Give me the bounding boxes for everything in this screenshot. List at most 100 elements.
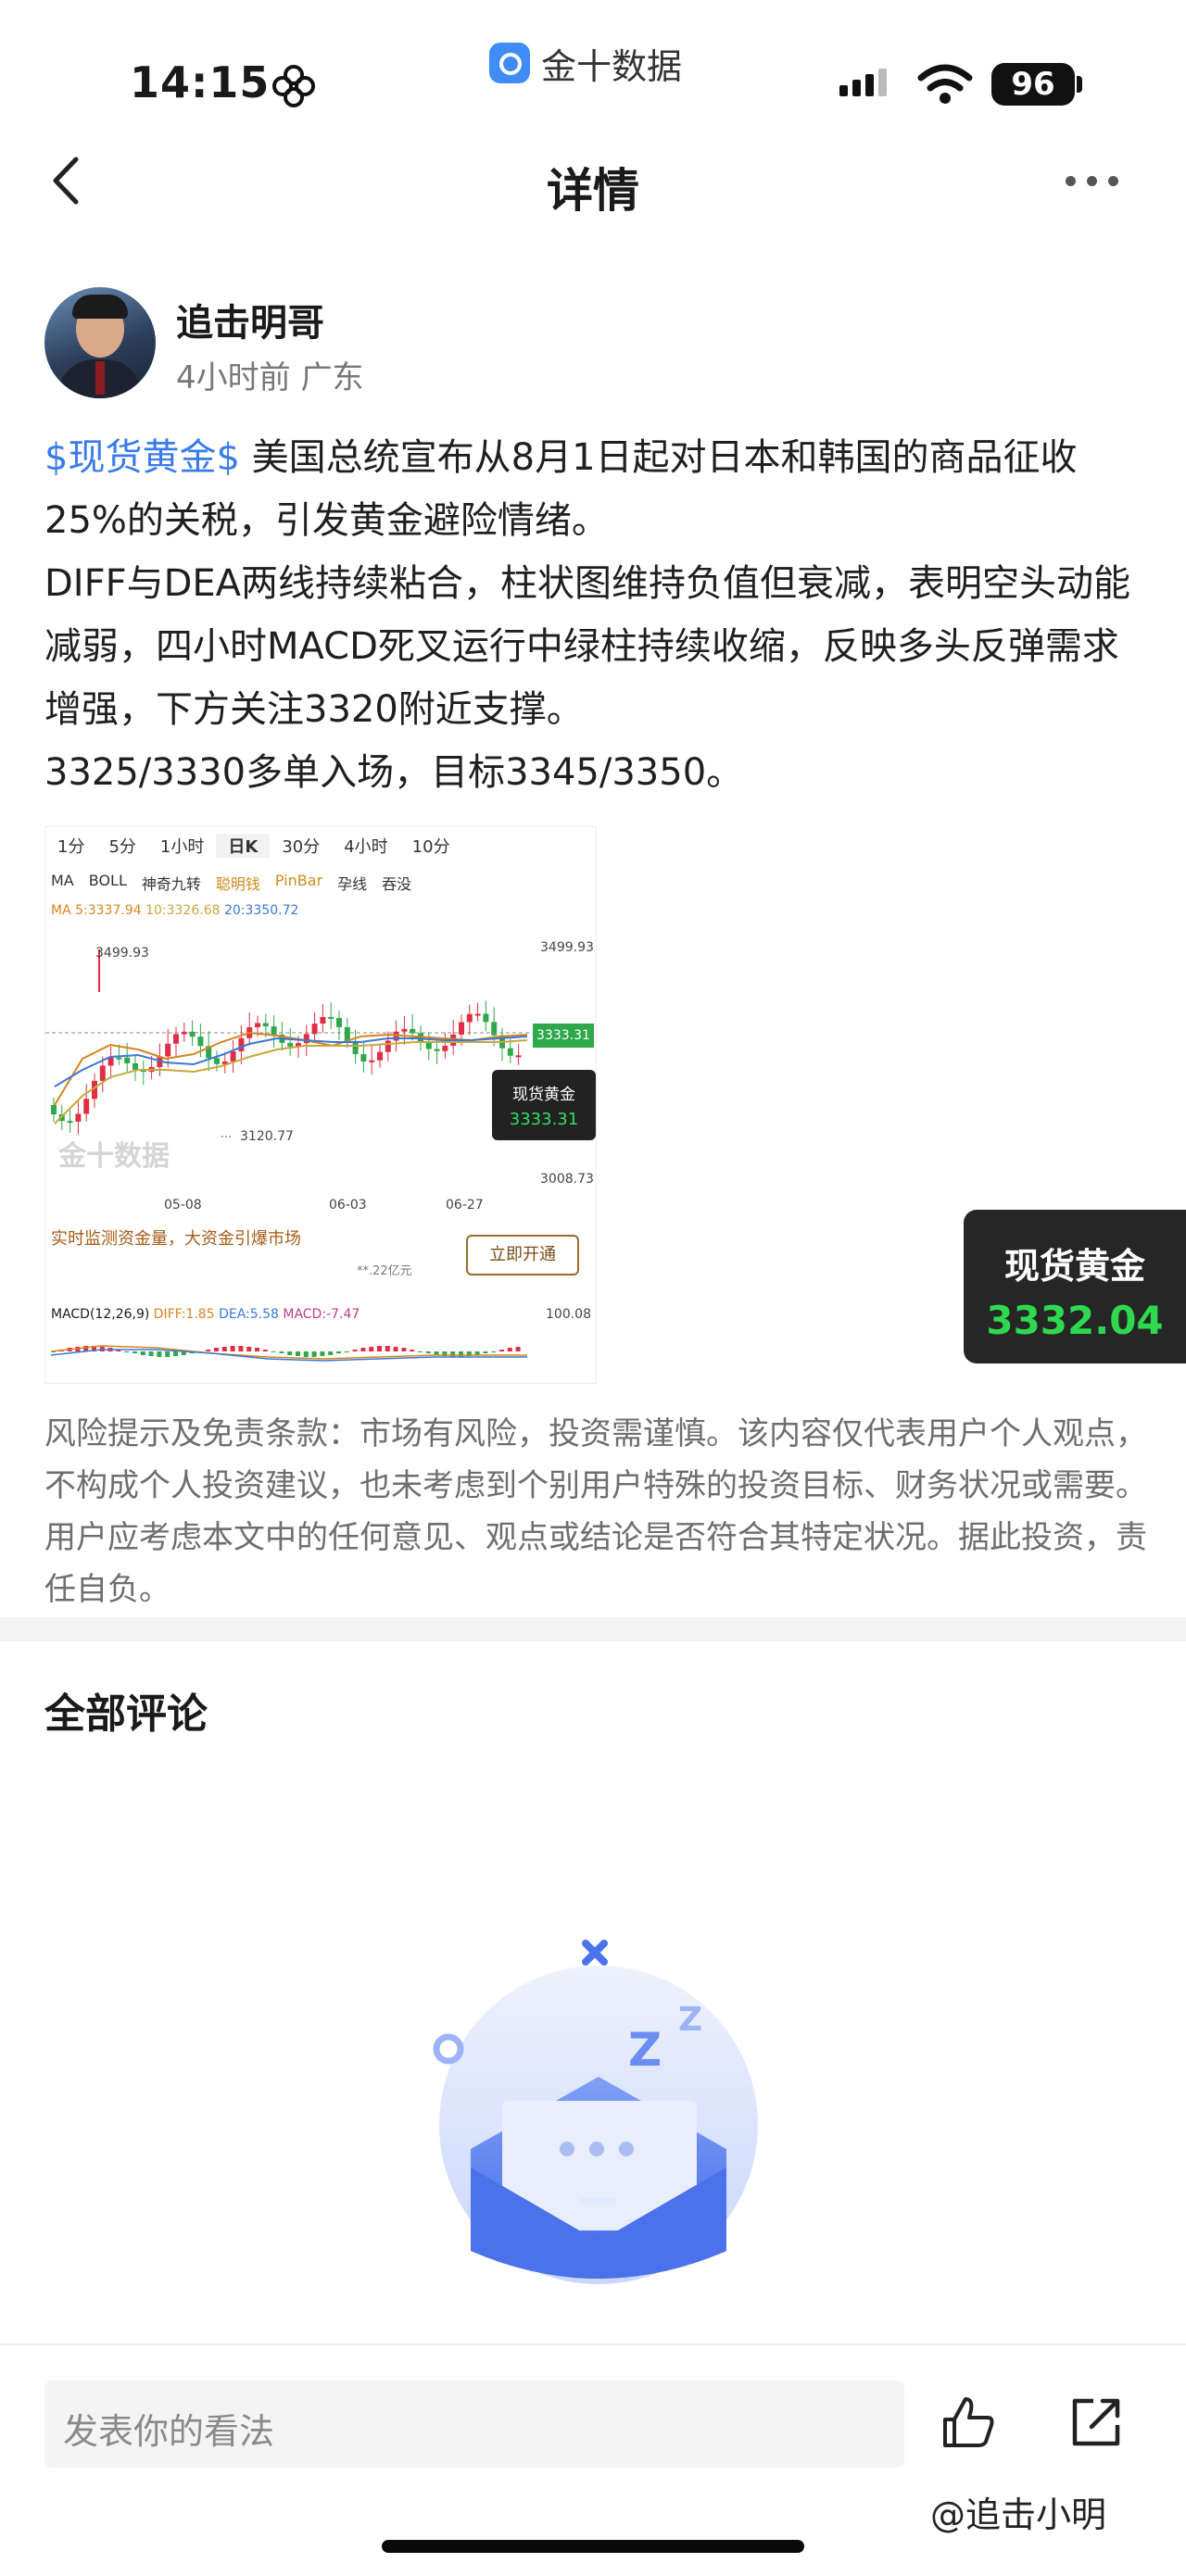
candle-body [336, 1018, 342, 1027]
macd-bar [287, 1351, 293, 1355]
macd-bar [410, 1350, 415, 1351]
candle-body [173, 1034, 179, 1044]
macd-bar [140, 1351, 145, 1355]
promo-sub: **.22亿元 [357, 1264, 412, 1278]
chart-image[interactable]: 1分 5分 1小时 日K 30分 4小时 10分 MA BOLL 神奇九转 聪明… [44, 826, 597, 1384]
candle-body [328, 1016, 334, 1019]
battery-indicator: 96 [991, 63, 1075, 106]
macd-bar [246, 1347, 252, 1351]
macd-bar [369, 1347, 374, 1351]
popup-name: 现货黄金 [512, 1086, 575, 1104]
candle-body [271, 1026, 277, 1035]
candle-body [311, 1024, 318, 1035]
candle-body [107, 1057, 114, 1066]
chart-price-popup: 现货黄金 3333.31 [492, 1070, 596, 1140]
date-label: 05-08 [164, 1198, 202, 1213]
date-label: 06-27 [446, 1198, 484, 1213]
macd-bar [157, 1351, 162, 1357]
candle-body [189, 1031, 196, 1037]
promo-button: 立即开通 [466, 1235, 579, 1275]
macd-bar [352, 1350, 358, 1351]
author-name[interactable]: 追击明哥 [176, 293, 324, 346]
candle-body [410, 1028, 416, 1034]
candle-body [401, 1028, 408, 1032]
candle-body [442, 1045, 448, 1051]
candle-body [230, 1051, 236, 1062]
avatar[interactable] [44, 287, 156, 398]
home-indicator[interactable] [382, 2540, 804, 2553]
candle-body [238, 1037, 245, 1052]
macd-axis-label: 100.08 [546, 1307, 591, 1322]
more-dots-icon[interactable] [1066, 176, 1118, 186]
macd-bar [320, 1351, 325, 1356]
axis-top-label: 3499.93 [540, 940, 594, 955]
candle-body [507, 1048, 513, 1056]
candle-body [214, 1058, 220, 1064]
candle-body [320, 1016, 326, 1024]
date-label: 06-03 [329, 1198, 367, 1213]
promo-text: 实时监测资金量，大资金引爆市场 [51, 1229, 301, 1249]
macd-bar [124, 1351, 130, 1352]
macd-bar [221, 1347, 227, 1351]
status-time: 14:15 [130, 57, 271, 107]
macd-bar [303, 1351, 309, 1357]
comments-title: 全部评论 [44, 1690, 208, 1738]
share-icon[interactable] [1069, 2395, 1123, 2449]
floating-quote-card[interactable]: 现货黄金 3332.04 [964, 1210, 1186, 1363]
low-label: 3120.77 [240, 1129, 294, 1144]
macd-bar [132, 1351, 137, 1353]
page-title: 详情 [547, 164, 639, 218]
candle-body [197, 1037, 204, 1047]
candle-body [474, 1013, 481, 1016]
focus-flower-icon [272, 65, 315, 107]
macd-bar [311, 1351, 317, 1357]
macd-values: MACD(12,26,9) DIFF:1.85 DEA:5.58 MACD:-7… [51, 1307, 360, 1322]
last-price-chip: 3333.31 [533, 1024, 594, 1048]
macd-bar [148, 1351, 154, 1356]
candle-body [181, 1031, 187, 1035]
battery-tip [1077, 76, 1082, 93]
popup-value: 3333.31 [509, 1110, 579, 1129]
quote-price: 3332.04 [986, 1298, 1164, 1343]
risk-disclaimer: 风险提示及免责条款：市场有风险，投资需谨慎。该内容仅代表用户个人观点，不构成个人… [44, 1415, 1147, 1608]
candle-body [124, 1057, 131, 1063]
macd-bar [515, 1347, 521, 1351]
svg-text:Z: Z [678, 2001, 702, 2039]
thumbs-up-icon[interactable] [940, 2394, 997, 2451]
candle-body [434, 1049, 440, 1051]
comment-placeholder: 发表你的看法 [63, 2411, 275, 2452]
candle-body [385, 1040, 391, 1052]
candle-body [483, 1013, 489, 1023]
wifi-icon [917, 64, 973, 104]
candle-body [132, 1062, 138, 1070]
candle-body [491, 1022, 498, 1036]
candle-body [75, 1113, 82, 1122]
macd-bar [262, 1350, 268, 1351]
topic-tag-link[interactable]: $现货黄金$ [44, 436, 240, 479]
macd-bar [165, 1351, 170, 1357]
candle-body [369, 1060, 375, 1062]
cellular-signal-icon [839, 69, 891, 96]
app-logo-icon [489, 43, 530, 83]
post-meta: 4小时前 广东 [176, 359, 364, 396]
macd-diff: DIFF:1.85 [153, 1307, 215, 1322]
empty-mailbox-icon: Z Z [433, 1940, 758, 2284]
macd-bar [336, 1351, 341, 1353]
post-text-3: 3325/3330多单入场，目标3345/3350。 [44, 751, 744, 794]
macd-bar [491, 1351, 497, 1352]
macd-bar [328, 1351, 334, 1355]
macd-bar [507, 1348, 512, 1351]
candle-body [360, 1054, 367, 1062]
candle-body [287, 1042, 294, 1047]
watermark-user: @追击小明 [930, 2494, 1107, 2535]
candle-body [459, 1022, 464, 1035]
macd-bar [206, 1350, 211, 1351]
candle-body [262, 1023, 269, 1027]
macd-value: MACD:-7.47 [283, 1307, 360, 1322]
comment-input[interactable]: 发表你的看法 [44, 2381, 904, 2468]
bottom-bar-border [0, 2344, 1186, 2345]
app-indicator[interactable]: 金十数据 [489, 39, 682, 87]
macd-bar [238, 1346, 244, 1351]
macd-bar [418, 1351, 423, 1352]
macd-bar [230, 1346, 235, 1351]
